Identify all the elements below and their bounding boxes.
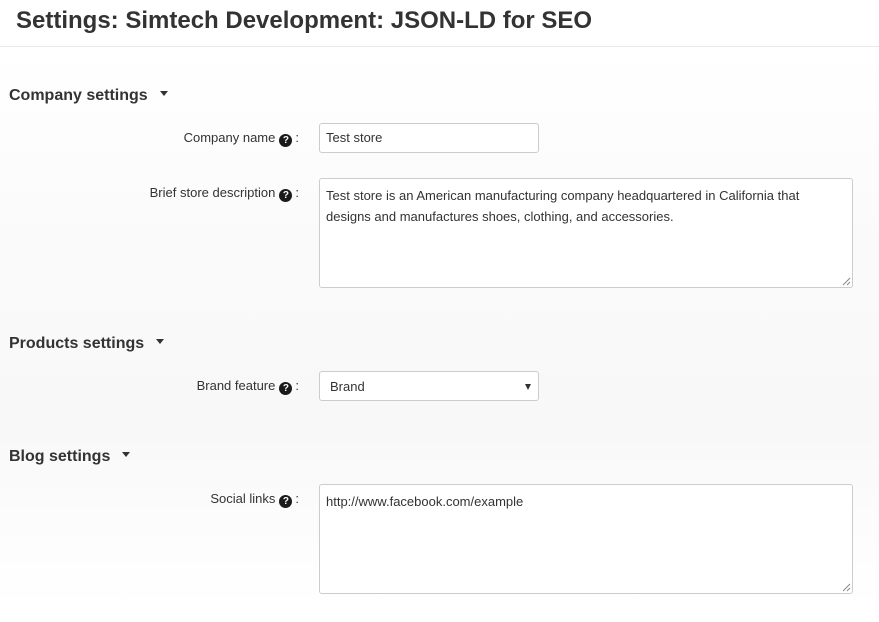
- caret-down-icon: [156, 339, 165, 345]
- caret-down-icon: [122, 452, 131, 458]
- brand-feature-select[interactable]: Brand: [319, 371, 539, 401]
- section-title-company: Company settings: [9, 87, 148, 104]
- question-circle-icon[interactable]: ?: [279, 382, 293, 395]
- question-circle-icon[interactable]: ?: [279, 495, 293, 508]
- question-circle-icon[interactable]: ?: [279, 189, 293, 202]
- brand-feature-label: Brand feature?:: [196, 378, 299, 395]
- company-name-label-text: Company name: [183, 130, 276, 145]
- brand-feature-selected-value: Brand: [330, 379, 365, 394]
- social-links-label-text: Social links: [210, 491, 276, 506]
- company-name-input[interactable]: Test store: [319, 123, 539, 153]
- section-title-blog: Blog settings: [9, 448, 111, 465]
- brief-description-text: Test store is an American manufacturing …: [326, 188, 800, 224]
- social-links-label: Social links?:: [210, 491, 299, 508]
- brief-description-label: Brief store description?:: [149, 185, 299, 202]
- page-header: Settings: Simtech Development: JSON-LD f…: [0, 0, 879, 47]
- settings-page: Settings: Simtech Development: JSON-LD f…: [0, 0, 879, 622]
- brief-description-textarea[interactable]: Test store is an American manufacturing …: [319, 178, 853, 288]
- resize-handle-icon[interactable]: [841, 276, 851, 286]
- resize-handle-icon[interactable]: [841, 582, 851, 592]
- brief-description-label-text: Brief store description: [149, 185, 276, 200]
- caret-down-icon: [159, 91, 168, 97]
- section-title-products: Products settings: [9, 335, 145, 352]
- brand-feature-label-text: Brand feature: [196, 378, 276, 393]
- question-circle-icon[interactable]: ?: [279, 134, 293, 147]
- section-toggle-company[interactable]: Company settings: [9, 86, 168, 106]
- page-title: Settings: Simtech Development: JSON-LD f…: [16, 7, 593, 34]
- chevron-down-icon: [525, 384, 531, 390]
- social-links-textarea[interactable]: http://www.facebook.com/example: [319, 484, 853, 594]
- company-name-label: Company name?:: [183, 130, 299, 147]
- section-toggle-products[interactable]: Products settings: [9, 334, 165, 354]
- social-links-text: http://www.facebook.com/example: [326, 494, 524, 509]
- section-toggle-blog[interactable]: Blog settings: [9, 447, 131, 467]
